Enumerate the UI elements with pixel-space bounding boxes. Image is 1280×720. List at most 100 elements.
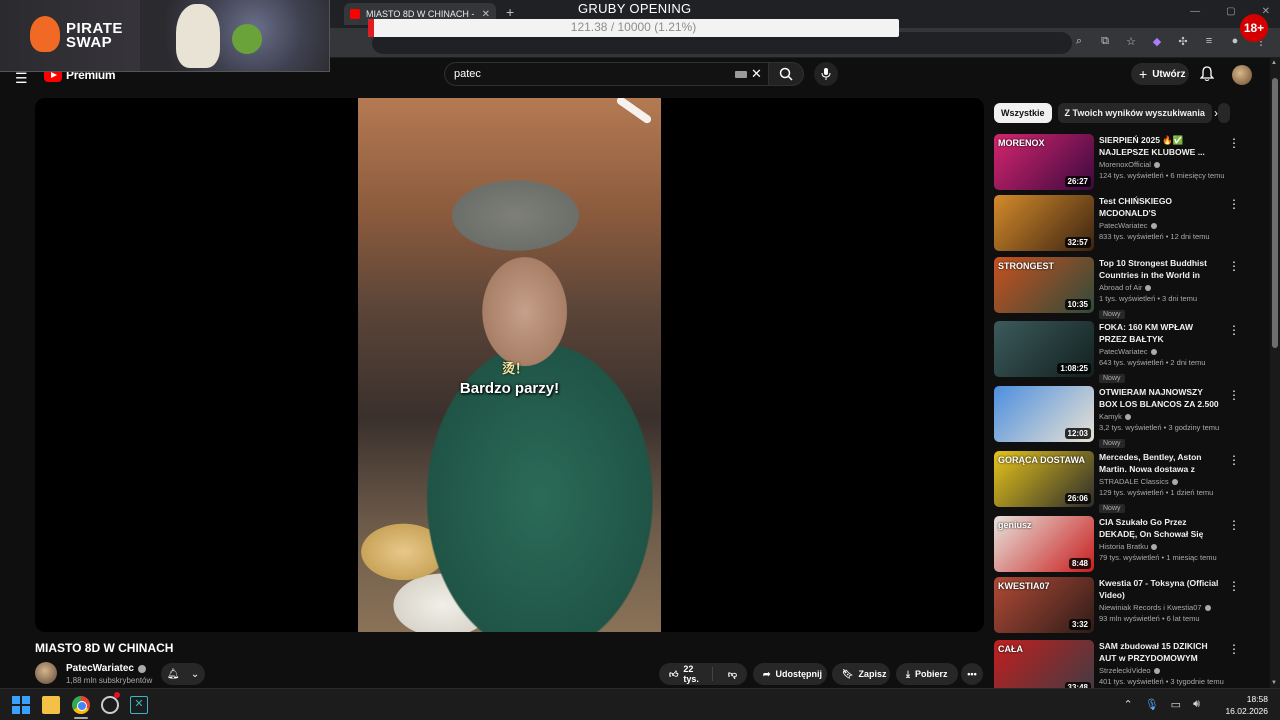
recommendation-stats: 79 tys. wyświetleń • 1 miesiąc temu <box>1099 553 1217 562</box>
recommendation-channel[interactable]: Kamyk <box>1099 412 1223 421</box>
video-thumbnail[interactable]: STRONGEST 10:35 <box>994 257 1094 313</box>
recommendation-channel[interactable]: PatecWariatec <box>1099 221 1223 230</box>
recommendation-item[interactable]: GORĄCA DOSTAWA 26:06 Mercedes, Bentley, As… <box>994 451 1242 513</box>
recommendation-stats: 1 tys. wyświetleń • 3 dni temu <box>1099 294 1198 303</box>
recommendation-title[interactable]: FOKA: 160 KM WPŁAW PRZEZ BAŁTYK <box>1099 322 1223 345</box>
video-thumbnail[interactable]: 1:08:25 <box>994 321 1094 377</box>
windows-start-icon[interactable] <box>12 696 30 714</box>
recommendation-channel[interactable]: Abroad of Air <box>1099 283 1223 292</box>
minimize-icon[interactable]: — <box>1190 6 1200 17</box>
download-button[interactable]: ⤓ Pobierz <box>896 663 958 685</box>
video-thumbnail[interactable]: 32:57 <box>994 195 1094 251</box>
scrollbar-thumb[interactable] <box>1272 78 1278 348</box>
item-menu-kebab-icon[interactable]: ⋮ <box>1228 197 1240 211</box>
profile-icon[interactable]: ● <box>1228 34 1242 48</box>
file-explorer-icon[interactable] <box>42 696 60 714</box>
item-menu-kebab-icon[interactable]: ⋮ <box>1228 453 1240 467</box>
scroll-down-icon[interactable]: ▼ <box>1271 680 1277 686</box>
clock-date: 16.02.2026 <box>1225 706 1268 716</box>
recommendation-channel[interactable]: StrzeleckiVideo <box>1099 666 1223 675</box>
extensions-puzzle-icon[interactable]: ✣ <box>1176 34 1190 48</box>
bookmark-star-icon[interactable]: ☆ <box>1124 34 1138 48</box>
item-menu-kebab-icon[interactable]: ⋮ <box>1228 579 1240 593</box>
share-button[interactable]: ➦ Udostępnij <box>753 663 827 685</box>
recommendation-item[interactable]: 32:57 Test CHIŃSKIEGO MCDONALD'S PatecWari… <box>994 195 1242 253</box>
item-menu-kebab-icon[interactable]: ⋮ <box>1228 388 1240 402</box>
tray-network-icon[interactable]: ▭ <box>1171 698 1181 711</box>
recommendation-item[interactable]: geniusz 8:48 CIA Szukało Go Przez DEKADĘ, … <box>994 516 1242 574</box>
video-thumbnail[interactable]: 12:03 <box>994 386 1094 442</box>
search-box[interactable]: ✕ <box>444 62 770 86</box>
recommendation-item[interactable]: KWESTIA07 3:32 Kwestia 07 - Toksyna (Offic… <box>994 577 1242 635</box>
tray-microphone-icon[interactable]: 🎙︎ <box>1145 698 1159 711</box>
recommendation-title[interactable]: SAM zbudował 15 DZIKICH AUT w PRZYDOMOWY… <box>1099 641 1223 664</box>
keyboard-icon[interactable] <box>735 71 747 78</box>
recommendation-title[interactable]: Mercedes, Bentley, Aston Martin. Nowa do… <box>1099 452 1223 475</box>
filter-chips: Wszystkie Z Twoich wyników wyszukiwania <box>994 103 1230 123</box>
notifications-bell-icon[interactable] <box>1200 66 1214 82</box>
thumbnail-text: GORĄCA DOSTAWA <box>998 455 1085 465</box>
taskbar-clock[interactable]: 18:58 16.02.2026 <box>1225 693 1268 717</box>
chip-all[interactable]: Wszystkie <box>994 103 1052 123</box>
channel-avatar[interactable] <box>35 662 57 684</box>
channel-name[interactable]: PatecWariatec <box>66 663 146 674</box>
like-button[interactable]: 👍︎ 22 tys. <box>659 664 713 684</box>
recommendation-item[interactable]: 12:03 OTWIERAM NAJNOWSZY BOX LOS BLANCOS … <box>994 386 1242 448</box>
chips-next-chevron-icon[interactable]: › <box>1214 106 1218 120</box>
obs-icon[interactable] <box>101 696 119 714</box>
extension-twitch-icon[interactable]: ◆ <box>1150 34 1164 48</box>
recommendation-title[interactable]: CIA Szukało Go Przez DEKADĘ, On Schował … <box>1099 517 1223 540</box>
more-actions-button[interactable]: ••• <box>961 663 983 685</box>
create-button[interactable]: + Utwórz <box>1131 63 1189 85</box>
video-thumbnail[interactable]: GORĄCA DOSTAWA 26:06 <box>994 451 1094 507</box>
app-x-icon[interactable]: ✕ <box>130 696 148 714</box>
recommendation-item[interactable]: MORENOX 26:27 SIERPIEŃ 2025 🔥✅ NAJLEPSZE K… <box>994 134 1242 192</box>
guide-menu-icon[interactable]: ☰ <box>15 70 28 87</box>
recommendation-stats: 833 tys. wyświetleń • 12 dni temu <box>1099 232 1210 241</box>
search-icon <box>779 67 793 81</box>
tray-chevron-up-icon[interactable]: ⌃ <box>1123 698 1132 711</box>
maximize-icon[interactable]: ▢ <box>1226 6 1235 17</box>
chrome-icon[interactable] <box>72 696 90 714</box>
recommendation-channel[interactable]: STRADALE Classics <box>1099 477 1223 486</box>
video-thumbnail[interactable]: geniusz 8:48 <box>994 516 1094 572</box>
clear-search-icon[interactable]: ✕ <box>751 66 762 82</box>
close-window-icon[interactable]: ✕ <box>1262 6 1270 17</box>
close-tab-icon[interactable]: ✕ <box>482 9 490 20</box>
item-menu-kebab-icon[interactable]: ⋮ <box>1228 136 1240 150</box>
video-thumbnail[interactable]: MORENOX 26:27 <box>994 134 1094 190</box>
recommendation-channel[interactable]: Historia Bratku <box>1099 542 1223 551</box>
item-menu-kebab-icon[interactable]: ⋮ <box>1228 518 1240 532</box>
recommendation-title[interactable]: SIERPIEŃ 2025 🔥✅ NAJLEPSZE KLUBOWE ... <box>1099 135 1223 158</box>
recommendation-title[interactable]: Top 10 Strongest Buddhist Countries in t… <box>1099 258 1223 281</box>
recommendation-title[interactable]: Test CHIŃSKIEGO MCDONALD'S <box>1099 196 1223 219</box>
recommendation-title[interactable]: OTWIERAM NAJNOWSZY BOX LOS BLANCOS ZA 2.… <box>1099 387 1223 410</box>
recommendation-channel[interactable]: PatecWariatec <box>1099 347 1223 356</box>
recommendation-item[interactable]: 1:08:25 FOKA: 160 KM WPŁAW PRZEZ BAŁTYK Pa… <box>994 321 1242 383</box>
subscribed-notifications-button[interactable]: 🔔︎ ⌄ <box>161 663 205 685</box>
item-menu-kebab-icon[interactable]: ⋮ <box>1228 323 1240 337</box>
item-menu-kebab-icon[interactable]: ⋮ <box>1228 259 1240 273</box>
install-app-icon[interactable]: ⧉ <box>1098 34 1112 48</box>
zoom-icon[interactable]: ⌕ <box>1072 34 1086 48</box>
voice-search-button[interactable] <box>814 62 838 86</box>
new-tab-button[interactable]: + <box>506 4 514 20</box>
chip-partial[interactable] <box>1217 103 1230 123</box>
dislike-button[interactable]: 👎︎ <box>718 669 747 680</box>
recommendation-title[interactable]: Kwestia 07 - Toksyna (Official Video) <box>1099 578 1223 601</box>
video-thumbnail[interactable]: KWESTIA07 3:32 <box>994 577 1094 633</box>
chip-from-search[interactable]: Z Twoich wyników wyszukiwania <box>1057 103 1212 123</box>
save-button[interactable]: 🔖︎ Zapisz <box>832 663 890 685</box>
recommendation-channel[interactable]: Niewiniak Records i Kwestia07 <box>1099 603 1223 612</box>
account-avatar[interactable] <box>1232 65 1252 85</box>
reading-list-icon[interactable]: ≡ <box>1202 34 1216 48</box>
search-input[interactable] <box>454 66 724 82</box>
scroll-up-icon[interactable]: ▲ <box>1271 60 1277 66</box>
recommendation-item[interactable]: STRONGEST 10:35 Top 10 Strongest Buddhist … <box>994 257 1242 319</box>
search-button[interactable] <box>768 62 804 86</box>
page-scrollbar[interactable]: ▲ ▼ <box>1270 58 1280 688</box>
recommendation-channel[interactable]: MorenoxOfficial <box>1099 160 1223 169</box>
tray-volume-icon[interactable]: 🔊︎ <box>1193 698 1200 711</box>
video-player[interactable]: 烫！ Bardzo parzy! <box>35 98 984 632</box>
item-menu-kebab-icon[interactable]: ⋮ <box>1228 642 1240 656</box>
